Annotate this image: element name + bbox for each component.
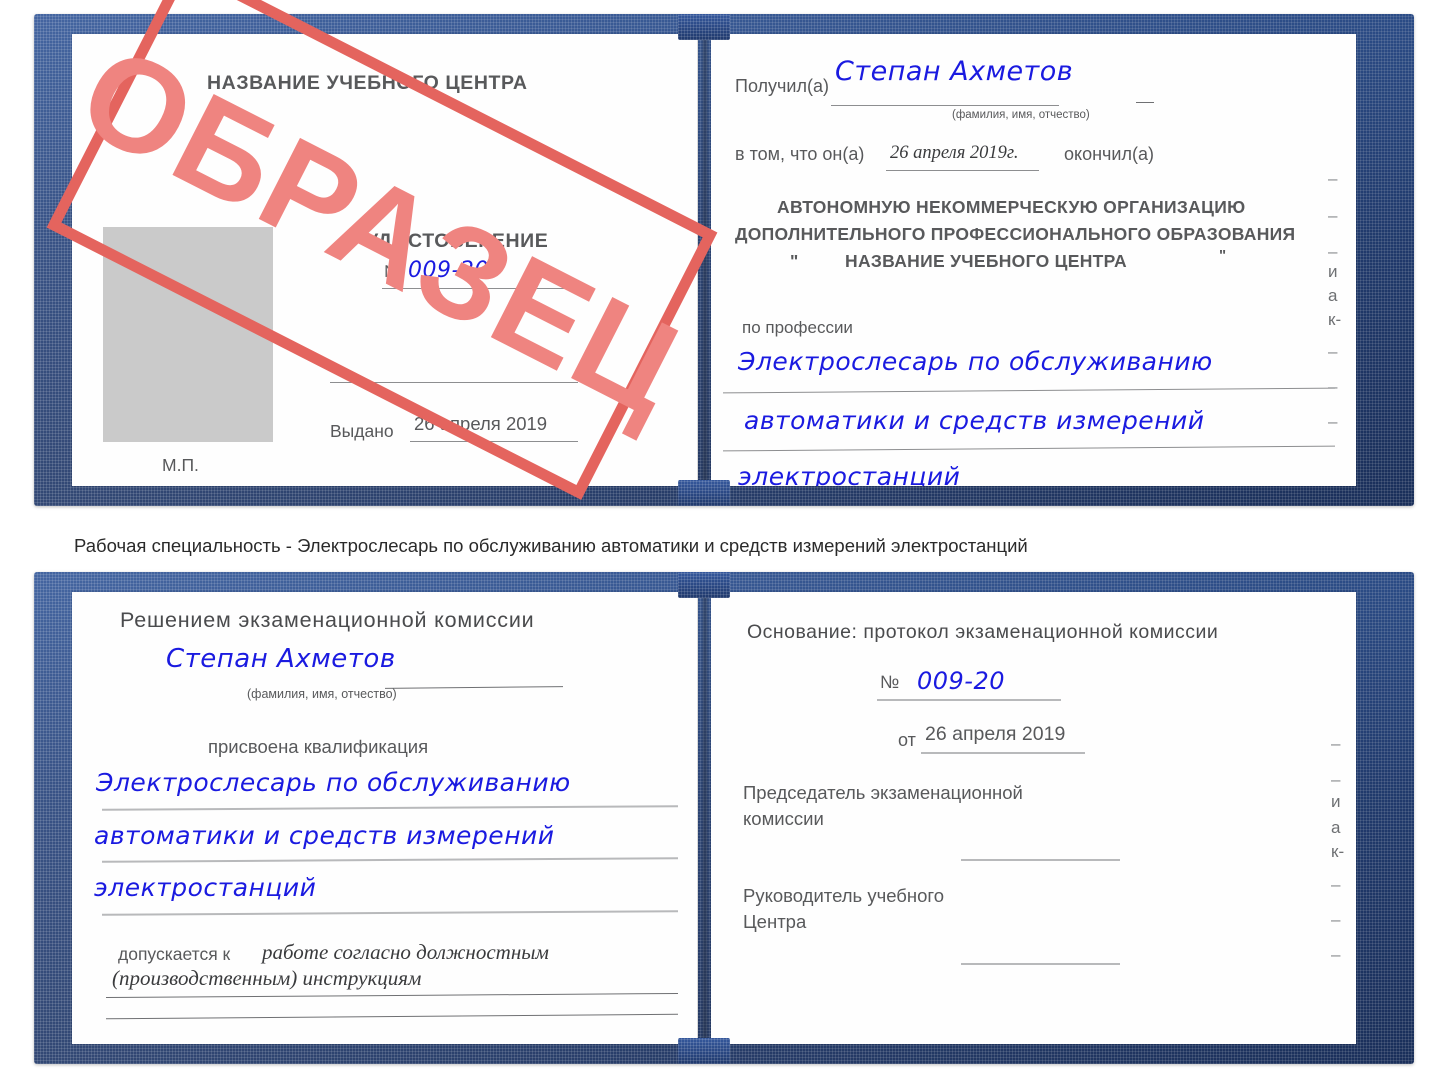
top-left-page: НАЗВАНИЕ УЧЕБНОГО ЦЕНТРА УДОСТОВЕРЕНИЕ №… bbox=[72, 34, 698, 486]
top-left-number-value: 009-20 bbox=[408, 258, 489, 283]
bottom-book-gutter bbox=[700, 592, 710, 1044]
bottom-left-admitted-line1: работе согласно должностным bbox=[262, 940, 549, 964]
bottom-right-number-label: № bbox=[880, 672, 900, 692]
bottom-right-page: Основание: протокол экзаменационной коми… bbox=[711, 592, 1356, 1044]
top-right-org-quote-open: " bbox=[790, 251, 799, 271]
bottom-left-qual-line2: автоматики и средств измерений bbox=[94, 821, 555, 850]
top-right-that-label: в том, что он(а) bbox=[735, 144, 865, 164]
top-right-profession-line3: электростанций bbox=[738, 462, 961, 486]
bottom-right-bleed-5: – bbox=[1331, 875, 1341, 894]
bottom-left-qual-line1: Электрослесарь по обслуживанию bbox=[96, 768, 571, 797]
top-spine-tab-upper bbox=[678, 14, 730, 40]
bottom-left-qual-rule3 bbox=[101, 910, 679, 916]
top-right-org-line2: ДОПОЛНИТЕЛЬНОГО ПРОФЕССИОНАЛЬНОГО ОБРАЗО… bbox=[735, 224, 1296, 244]
top-right-bleed-1: – bbox=[1328, 206, 1338, 225]
bottom-left-qual-line3: электростанций bbox=[94, 873, 317, 902]
bottom-right-number-value: 009-20 bbox=[917, 667, 1006, 695]
top-right-received-rule bbox=[831, 105, 1059, 106]
top-left-issued-rule bbox=[410, 441, 578, 442]
top-book-gutter bbox=[700, 34, 710, 486]
top-right-received-hint: (фамилия, имя, отчество) bbox=[952, 109, 1090, 121]
top-right-bleed-3: и bbox=[1328, 262, 1338, 281]
image-caption: Рабочая специальность - Электрослесарь п… bbox=[74, 535, 1028, 556]
top-right-received-value: Степан Ахметов bbox=[835, 56, 1074, 87]
top-right-profession-line1: Электрослесарь по обслуживанию bbox=[738, 347, 1213, 376]
bottom-right-chair-line2: комиссии bbox=[743, 808, 824, 829]
screenshot-root: НАЗВАНИЕ УЧЕБНОГО ЦЕНТРА УДОСТОВЕРЕНИЕ №… bbox=[0, 0, 1448, 1085]
bottom-left-heading: Решением экзаменационной комиссии bbox=[120, 608, 535, 632]
top-left-issued-label: Выдано bbox=[330, 421, 394, 441]
top-right-profession-rule2 bbox=[723, 445, 1335, 452]
bottom-right-bleed-1: – bbox=[1331, 770, 1341, 789]
bottom-spine-tab-upper bbox=[678, 572, 730, 598]
top-right-page: Получил(а) Степан Ахметов (фамилия, имя,… bbox=[711, 34, 1356, 486]
top-right-received-label: Получил(а) bbox=[735, 76, 829, 96]
top-right-bleed-5: к- bbox=[1328, 310, 1342, 329]
top-right-org-line1: АВТОНОМНУЮ НЕКОММЕРЧЕСКУЮ ОРГАНИЗАЦИЮ bbox=[777, 197, 1246, 217]
bottom-right-bleed-0: – bbox=[1331, 734, 1341, 753]
top-right-completion-rule bbox=[886, 170, 1039, 171]
top-left-title: УДОСТОВЕРЕНИЕ bbox=[366, 230, 549, 252]
bottom-right-date-label: от bbox=[898, 730, 916, 750]
top-left-number-rule bbox=[382, 288, 577, 289]
top-spine-tab-lower bbox=[678, 480, 730, 506]
top-right-completion-date: 26 апреля 2019г. bbox=[890, 143, 1019, 163]
top-right-profession-line2: автоматики и средств измерений bbox=[744, 406, 1205, 435]
top-right-bleed-4: а bbox=[1328, 286, 1338, 305]
top-right-bleed-6: – bbox=[1328, 342, 1338, 361]
bottom-left-admitted-label: допускается к bbox=[118, 944, 231, 964]
top-right-org-line3: НАЗВАНИЕ УЧЕБНОГО ЦЕНТРА bbox=[845, 251, 1127, 271]
top-right-org-quote-close: " bbox=[1219, 247, 1227, 264]
bottom-right-number-rule bbox=[877, 699, 1061, 701]
bottom-left-name-rule bbox=[384, 686, 564, 689]
bottom-right-basis-label: Основание: протокол экзаменационной коми… bbox=[747, 621, 1219, 643]
bottom-right-bleed-3: а bbox=[1331, 818, 1341, 837]
bottom-left-admitted-line2: (производственным) инструкциям bbox=[112, 966, 422, 990]
top-left-center-name: НАЗВАНИЕ УЧЕБНОГО ЦЕНТРА bbox=[207, 72, 528, 94]
top-right-finished-label: окончил(а) bbox=[1064, 144, 1154, 164]
top-right-bleed-8: – bbox=[1328, 412, 1338, 431]
top-left-number-label: № bbox=[384, 262, 403, 281]
bottom-right-head-sign-rule bbox=[961, 963, 1120, 965]
top-left-seal-label: М.П. bbox=[162, 455, 199, 475]
bottom-left-page: Решением экзаменационной комиссии Степан… bbox=[72, 592, 698, 1044]
bottom-right-bleed-7: – bbox=[1331, 945, 1341, 964]
bottom-right-chair-sign-rule bbox=[961, 859, 1120, 861]
bottom-left-admitted-rule2 bbox=[106, 1013, 678, 1020]
bottom-right-date-value: 26 апреля 2019 bbox=[925, 723, 1066, 745]
bottom-left-qualification-label: присвоена квалификация bbox=[208, 736, 429, 757]
bottom-right-head-line1: Руководитель учебного bbox=[743, 885, 945, 906]
top-left-issued-value: 26 апреля 2019 bbox=[414, 413, 548, 434]
top-left-blank-rule bbox=[330, 382, 578, 383]
bottom-right-bleed-6: – bbox=[1331, 910, 1341, 929]
top-right-profession-label: по профессии bbox=[742, 318, 853, 337]
top-right-bleed-7: – bbox=[1328, 377, 1338, 396]
top-right-bleed-0: – bbox=[1328, 169, 1338, 188]
bottom-right-date-rule bbox=[921, 752, 1085, 754]
bottom-left-name-hint: (фамилия, имя, отчество) bbox=[247, 687, 397, 701]
bottom-left-qual-rule1 bbox=[101, 805, 679, 811]
photo-placeholder bbox=[103, 227, 273, 442]
bottom-right-bleed-2: и bbox=[1331, 792, 1341, 811]
bottom-left-admitted-rule1 bbox=[106, 993, 678, 998]
bottom-right-chair-line1: Председатель экзаменационной bbox=[743, 782, 1023, 803]
top-right-received-rule-right bbox=[1136, 102, 1154, 103]
bottom-left-name-value: Степан Ахметов bbox=[166, 644, 396, 674]
bottom-right-bleed-4: к- bbox=[1331, 842, 1345, 861]
bottom-spine-tab-lower bbox=[678, 1038, 730, 1064]
bottom-right-head-line2: Центра bbox=[743, 911, 807, 932]
bottom-left-qual-rule2 bbox=[101, 857, 679, 863]
top-right-bleed-2: – bbox=[1328, 242, 1338, 261]
top-right-profession-rule1 bbox=[723, 387, 1335, 394]
